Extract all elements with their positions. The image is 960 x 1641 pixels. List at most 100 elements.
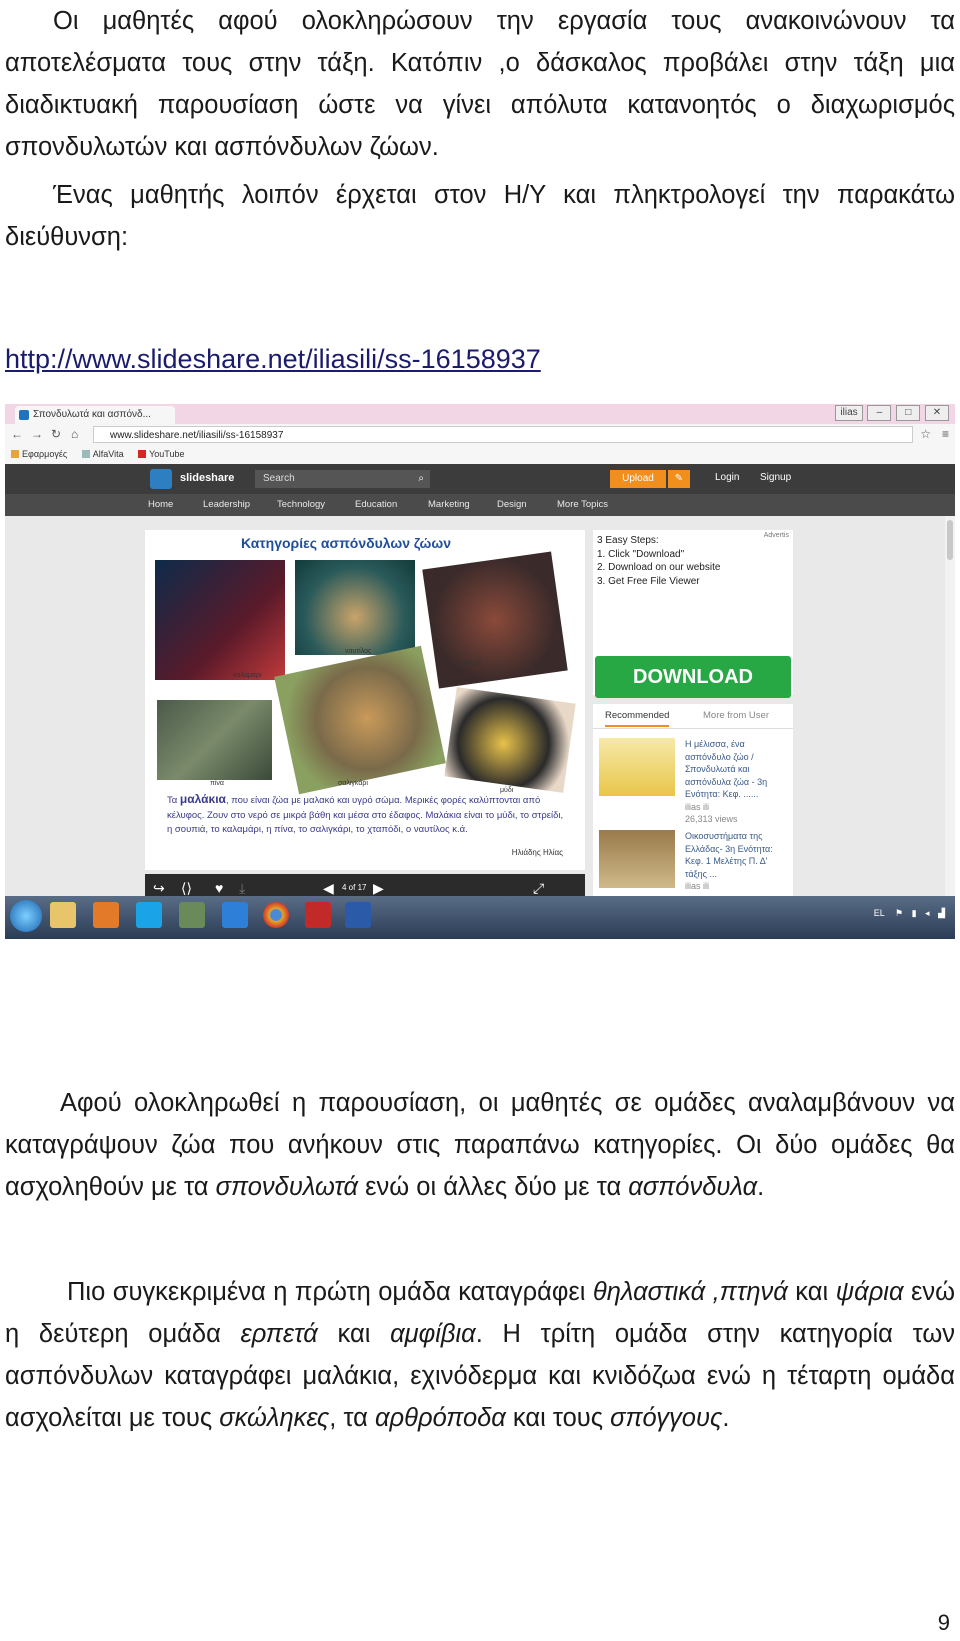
- ad-label: Advertis: [763, 532, 789, 539]
- word-icon[interactable]: [345, 902, 371, 928]
- signal-icon[interactable]: ▟: [938, 908, 945, 918]
- presentation-slide: Κατηγορίες ασπόνδυλων ζώων καλαμάρι ναυτ…: [145, 530, 585, 870]
- explorer-icon[interactable]: [50, 902, 76, 928]
- recommended-item[interactable]: Οικοσυστήματα της Ελλάδας- 3η Ενότητα: Κ…: [593, 826, 793, 906]
- acrobat-icon[interactable]: [305, 902, 331, 928]
- menu-icon[interactable]: ≡: [942, 427, 949, 441]
- label-squid: καλαμάρι: [233, 672, 262, 679]
- bookmark-alfavita[interactable]: AlfaVita: [81, 449, 124, 459]
- nav-leadership[interactable]: Leadership: [203, 499, 250, 510]
- volume-icon[interactable]: ◂: [925, 908, 930, 918]
- search-icon[interactable]: ⌕: [418, 470, 424, 488]
- upload-button[interactable]: Upload: [610, 470, 666, 488]
- bookmark-youtube[interactable]: YouTube: [138, 449, 184, 459]
- page-number: 9: [937, 1610, 950, 1635]
- windows-start-icon[interactable]: [10, 900, 42, 932]
- reload-icon[interactable]: ↻: [51, 427, 61, 441]
- network-icon[interactable]: ▮: [912, 908, 917, 918]
- slideshare-logo-icon[interactable]: [150, 469, 172, 489]
- paragraph-group-tasks: Πιο συγκεκριμένα η πρώτη ομάδα καταγράφε…: [5, 1271, 955, 1439]
- p4-text-b: και: [787, 1278, 836, 1306]
- recommended-item[interactable]: Η μέλισσα, ένα ασπόνδυλο ζώο / Σπονδυλωτ…: [593, 734, 793, 824]
- nav-design[interactable]: Design: [497, 499, 527, 510]
- youtube-icon: [138, 450, 147, 458]
- browser-screenshot: Σπονδυλωτά και ασπόνδ... ilias – □ ✕ ← →…: [5, 404, 955, 939]
- slide-text: Τα μαλάκια, που είναι ζώα με μαλακό και …: [167, 792, 567, 838]
- paragraph-groups: Αφού ολοκληρωθεί η παρουσίαση, οι μαθητέ…: [5, 1082, 955, 1208]
- network-app-icon[interactable]: [179, 902, 205, 928]
- back-icon[interactable]: ←: [11, 427, 23, 441]
- p4-italic-sponges: σπόγγους: [610, 1404, 723, 1432]
- star-icon[interactable]: ☆: [920, 427, 931, 441]
- p4-italic-fish: ψάρια: [835, 1278, 904, 1306]
- forward-icon[interactable]: →: [31, 427, 43, 441]
- tab-recommended[interactable]: Recommended: [605, 710, 670, 727]
- address-bar-row: ← → ↻ ⌂ www.slideshare.net/iliasili/ss-1…: [5, 424, 955, 447]
- fullscreen-icon[interactable]: ⤢: [533, 880, 544, 897]
- ad-step-2: 2. Download on our website: [597, 562, 721, 573]
- bookmarks-bar: Εφαρμογές AlfaVita YouTube: [5, 446, 955, 464]
- media-player-icon[interactable]: [93, 902, 119, 928]
- p4-italic-reptiles: ερπετά: [240, 1320, 318, 1348]
- search-placeholder: Search: [263, 473, 295, 484]
- skype-icon[interactable]: [136, 902, 162, 928]
- ad-step-title: 3 Easy Steps:: [597, 535, 659, 546]
- chrome-icon[interactable]: [263, 902, 289, 928]
- minimize-icon[interactable]: –: [867, 405, 892, 421]
- slideshare-link[interactable]: http://www.slideshare.net/iliasili/ss-16…: [5, 344, 541, 375]
- scrollbar-thumb[interactable]: [947, 520, 953, 560]
- like-icon[interactable]: ♥: [215, 880, 223, 896]
- page-scrollbar[interactable]: [945, 516, 955, 896]
- search-input[interactable]: Search ⌕: [255, 470, 430, 488]
- home-icon[interactable]: ⌂: [71, 427, 78, 441]
- browser-tab-bar: Σπονδυλωτά και ασπόνδ... ilias – □ ✕: [5, 404, 955, 424]
- squid-photo: [155, 560, 285, 680]
- recommended-item-text: Οικοσυστήματα της Ελλάδας- 3η Ενότητα: Κ…: [685, 830, 791, 893]
- embed-icon[interactable]: ⟨⟩: [181, 880, 192, 897]
- recommended-tabs: Recommended More from User: [593, 704, 793, 729]
- close-icon[interactable]: ✕: [925, 405, 949, 421]
- nav-more-topics[interactable]: More Topics: [557, 499, 608, 510]
- flag-icon[interactable]: ⚑: [895, 908, 903, 918]
- page-indicator: 4 of 17: [342, 883, 367, 892]
- system-tray: EL ⚑ ▮ ◂ ▟: [874, 908, 945, 919]
- address-input[interactable]: www.slideshare.net/iliasili/ss-16158937: [93, 426, 913, 443]
- recommended-panel: Recommended More from User Η μέλισσα, έν…: [593, 704, 793, 904]
- p4-italic-amphibians: αμφίβια: [390, 1320, 476, 1348]
- login-link[interactable]: Login: [715, 472, 739, 483]
- upload-settings-icon[interactable]: ✎: [668, 470, 690, 488]
- language-indicator[interactable]: EL: [874, 908, 885, 918]
- nautilus-photo: [295, 560, 415, 655]
- p4-text-a: Πιο συγκεκριμένα η πρώτη ομάδα καταγράφε…: [67, 1278, 593, 1306]
- label-nautilus: ναυτίλος: [345, 648, 372, 655]
- ad-step-1: 1. Click "Download": [597, 548, 685, 560]
- paragraph-student-types-url: Ένας μαθητής λοιπόν έρχεται στον Η/Υ και…: [5, 181, 955, 251]
- signup-link[interactable]: Signup: [760, 472, 791, 483]
- nav-education[interactable]: Education: [355, 499, 397, 510]
- page-icon: [81, 450, 90, 458]
- browser-tab[interactable]: Σπονδυλωτά και ασπόνδ...: [15, 406, 175, 424]
- p4-italic-worms: σκώληκες: [219, 1404, 330, 1432]
- tab-more-from-user[interactable]: More from User: [703, 710, 769, 721]
- bookmark-apps[interactable]: Εφαρμογές: [11, 449, 67, 459]
- paragraph-intro: Οι μαθητές αφού ολοκληρώσουν την εργασία…: [5, 7, 955, 161]
- download-icon[interactable]: ⤓: [239, 880, 245, 897]
- share-icon[interactable]: ↪: [153, 880, 165, 897]
- p3-italic-vertebrates: σπονδυλωτά: [215, 1173, 359, 1201]
- nav-marketing[interactable]: Marketing: [428, 499, 470, 510]
- ad-download-button[interactable]: DOWNLOAD: [595, 656, 791, 698]
- slideshare-brand[interactable]: slideshare: [180, 472, 234, 484]
- user-button[interactable]: ilias: [835, 405, 863, 421]
- prev-slide-icon[interactable]: ◀: [323, 880, 334, 897]
- nav-technology[interactable]: Technology: [277, 499, 325, 510]
- nav-home[interactable]: Home: [148, 499, 173, 510]
- apps-icon: [11, 450, 19, 458]
- label-octopus: χταπόδι: [457, 660, 482, 667]
- tab-title: Σπονδυλωτά και ασπόνδ...: [33, 409, 151, 420]
- p3-italic-invertebrates: ασπόνδυλα: [628, 1173, 758, 1201]
- label-snail: σαλιγκάρι: [338, 780, 368, 787]
- recommended-item-views: 26,313 views: [685, 814, 738, 824]
- dropbox-icon[interactable]: [222, 902, 248, 928]
- maximize-icon[interactable]: □: [896, 405, 921, 421]
- next-slide-icon[interactable]: ▶: [373, 880, 384, 897]
